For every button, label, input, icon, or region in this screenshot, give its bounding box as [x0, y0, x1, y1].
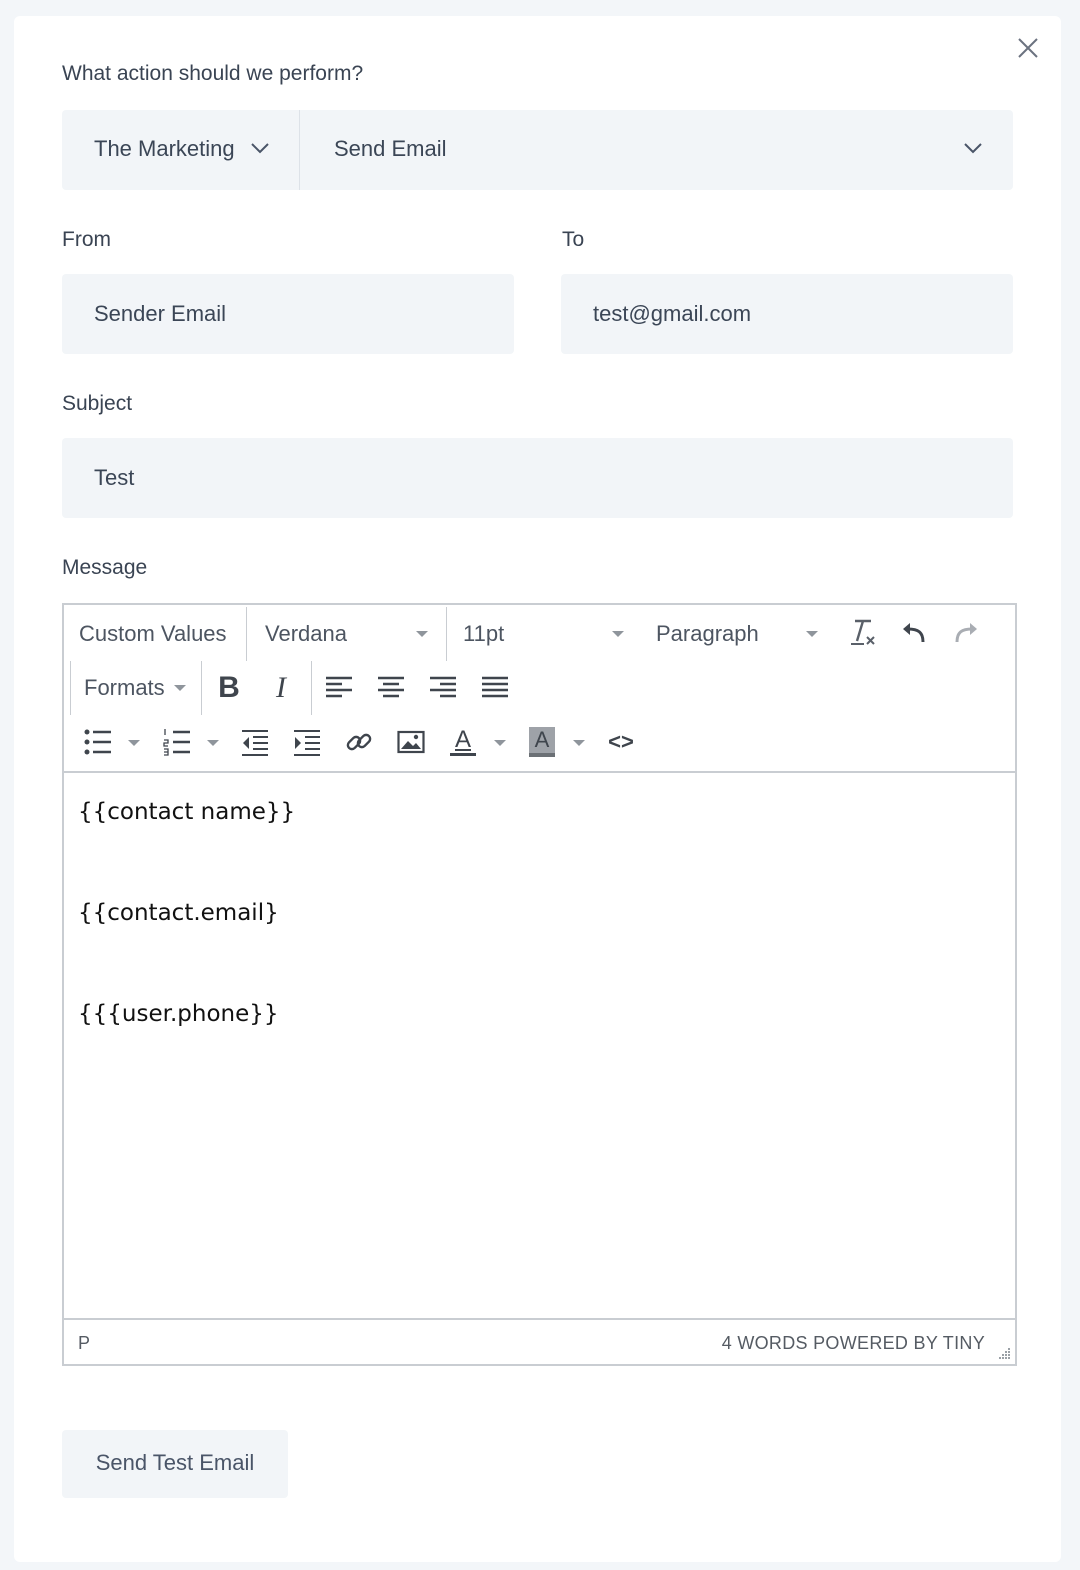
link-button[interactable]: [341, 724, 377, 760]
block-format-dropdown[interactable]: Paragraph: [656, 607, 820, 661]
link-icon: [346, 733, 372, 751]
action-type-label: Send Email: [334, 136, 447, 161]
undo-icon: [903, 623, 925, 643]
numbered-list-options-icon[interactable]: [207, 740, 219, 746]
align-justify-icon: [482, 676, 508, 698]
text-color-button[interactable]: A: [445, 724, 481, 760]
font-size-dropdown[interactable]: 11pt: [463, 607, 625, 661]
outdent-icon: [242, 730, 268, 756]
font-size-label: 11pt: [463, 621, 505, 646]
redo-button[interactable]: [948, 614, 984, 650]
undo-button[interactable]: [896, 614, 932, 650]
highlight-color-icon: A: [529, 727, 555, 757]
align-left-icon: [326, 676, 352, 698]
custom-values-label: Custom Values: [79, 621, 227, 646]
toolbar-divider: [70, 661, 71, 715]
formats-dropdown[interactable]: Formats: [84, 661, 188, 715]
action-select: The Marketing Send Email: [62, 110, 1013, 190]
message-line: {{{user.phone}}: [78, 1001, 279, 1027]
app-dropdown[interactable]: The Marketing: [62, 110, 300, 190]
editor-toolbar: Custom Values Verdana 11pt Paragraph For…: [64, 605, 1015, 773]
to-label: To: [562, 228, 585, 251]
element-path[interactable]: P: [78, 1320, 90, 1366]
align-center-button[interactable]: [373, 670, 409, 706]
bullet-list-options-icon[interactable]: [128, 740, 140, 746]
toolbar-divider: [246, 607, 247, 661]
message-line: {{contact.email}: [78, 900, 279, 926]
align-right-button[interactable]: [425, 670, 461, 706]
redo-icon: [955, 623, 977, 643]
source-code-button[interactable]: <>: [603, 724, 639, 760]
chevron-down-icon: [251, 143, 269, 154]
send-test-email-button[interactable]: Send Test Email: [62, 1430, 288, 1498]
resize-grip-icon[interactable]: [997, 1346, 1011, 1360]
from-label: From: [62, 228, 111, 251]
bold-icon: B: [218, 671, 240, 704]
message-editor: Custom Values Verdana 11pt Paragraph For…: [62, 603, 1017, 1366]
align-left-button[interactable]: [321, 670, 357, 706]
caret-down-icon: [612, 631, 624, 637]
align-center-icon: [378, 676, 404, 698]
bold-button[interactable]: B: [211, 670, 247, 706]
align-justify-button[interactable]: [477, 670, 513, 706]
custom-values-dropdown[interactable]: Custom Values: [79, 607, 227, 661]
outdent-button[interactable]: [237, 724, 273, 760]
from-field[interactable]: Sender Email: [62, 274, 514, 354]
action-question-label: What action should we perform?: [62, 62, 364, 85]
numbered-list-button[interactable]: [159, 724, 195, 760]
to-field[interactable]: test@gmail.com: [561, 274, 1013, 354]
word-count: 4 WORDS POWERED BY TINY: [721, 1333, 985, 1353]
caret-down-icon: [416, 631, 428, 637]
toolbar-divider: [311, 661, 312, 715]
caret-down-icon: [806, 631, 818, 637]
bullet-list-button[interactable]: [80, 724, 116, 760]
close-icon: [1018, 38, 1038, 58]
numbered-list-icon: [163, 729, 190, 756]
text-color-swatch: [450, 753, 476, 756]
formats-label: Formats: [84, 675, 165, 700]
indent-icon: [294, 730, 320, 756]
indent-button[interactable]: [289, 724, 325, 760]
editor-statusbar: P 4 WORDS POWERED BY TINY: [64, 1318, 1015, 1364]
code-icon: <>: [608, 729, 634, 754]
highlight-color-options-icon[interactable]: [573, 740, 585, 746]
clear-formatting-button[interactable]: [844, 614, 880, 650]
image-button[interactable]: [393, 724, 429, 760]
align-right-icon: [430, 676, 456, 698]
caret-down-icon: [174, 685, 186, 691]
message-line: {{contact name}}: [78, 799, 296, 825]
bullet-list-icon: [84, 729, 111, 755]
close-button[interactable]: [1016, 36, 1040, 60]
action-type-dropdown[interactable]: Send Email: [301, 110, 1013, 190]
image-icon: [397, 730, 425, 754]
editor-content[interactable]: {{contact name}} {{contact.email} {{{use…: [64, 775, 1015, 1318]
font-family-dropdown[interactable]: Verdana: [265, 607, 429, 661]
subject-field[interactable]: Test: [62, 438, 1013, 518]
message-label: Message: [62, 556, 148, 579]
chevron-down-icon: [964, 143, 982, 154]
toolbar-divider: [201, 661, 202, 715]
clear-formatting-icon: [851, 619, 875, 645]
font-family-label: Verdana: [265, 621, 347, 646]
italic-icon: I: [276, 671, 286, 704]
italic-button[interactable]: I: [263, 670, 299, 706]
subject-label: Subject: [62, 392, 133, 415]
block-format-label: Paragraph: [656, 621, 759, 646]
app-dropdown-label: The Marketing: [94, 136, 235, 161]
highlight-color-button[interactable]: A: [524, 724, 560, 760]
toolbar-divider: [446, 607, 447, 661]
text-color-icon: A: [454, 726, 471, 753]
text-color-options-icon[interactable]: [494, 740, 506, 746]
